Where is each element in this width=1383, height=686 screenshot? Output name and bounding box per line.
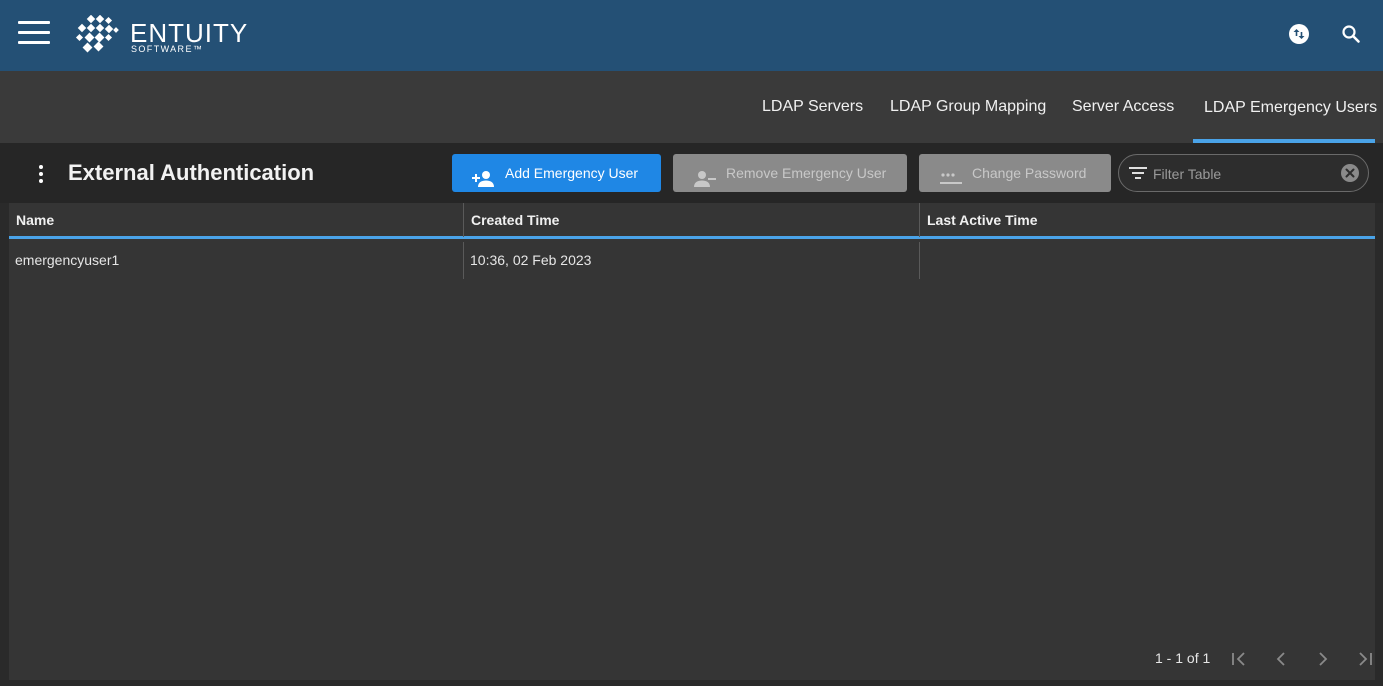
tab-server-access[interactable]: Server Access [1061,71,1185,143]
add-person-icon [472,164,496,202]
search-icon[interactable] [1339,22,1363,46]
clear-filter-icon[interactable] [1340,163,1360,188]
tab-ldap-emergency-users[interactable]: LDAP Emergency Users [1193,71,1377,143]
remove-person-icon [693,164,717,202]
last-page-icon[interactable] [1355,649,1375,669]
tab-bar: LDAP Servers LDAP Group Mapping Server A… [0,71,1383,143]
tab-ldap-group-mapping[interactable]: LDAP Group Mapping [879,71,1057,143]
remove-emergency-user-label: Remove Emergency User [726,165,887,181]
filter-table-field[interactable] [1118,154,1369,192]
first-page-icon[interactable] [1229,649,1249,669]
entuity-logo-mark [75,15,119,53]
column-divider [919,242,920,279]
toolbar: External Authentication Add Emergency Us… [0,143,1383,203]
column-header-name[interactable]: Name [9,203,463,237]
change-password-label: Change Password [972,165,1087,181]
password-icon [939,164,963,202]
cell-last-active-time [920,242,1375,279]
pagination-summary: 1 - 1 of 1 [1155,650,1211,666]
more-options-icon[interactable] [36,165,46,183]
table-header: Name Created Time Last Active Time [9,203,1375,239]
cell-created-time: 10:36, 02 Feb 2023 [470,252,592,268]
next-page-icon[interactable] [1313,649,1333,669]
page-title: External Authentication [68,160,315,185]
remove-emergency-user-button[interactable]: Remove Emergency User [673,154,907,192]
table-row[interactable]: emergencyuser1 10:36, 02 Feb 2023 [9,242,1375,279]
tab-ldap-servers[interactable]: LDAP Servers [751,71,874,143]
filter-table-input[interactable] [1153,163,1333,185]
column-divider [463,203,464,237]
filter-icon [1129,165,1147,186]
app-header: ENTUITY SOFTWARE™ [0,0,1383,71]
brand-subtitle: SOFTWARE™ [131,44,204,54]
emergency-users-table: Name Created Time Last Active Time emerg… [9,203,1375,680]
change-password-button[interactable]: Change Password [919,154,1111,192]
previous-page-icon[interactable] [1271,649,1291,669]
add-emergency-user-label: Add Emergency User [505,165,639,181]
swap-icon[interactable] [1287,22,1311,46]
column-header-last-active-time[interactable]: Last Active Time [920,203,1375,237]
menu-icon[interactable] [18,21,50,45]
column-header-created-time[interactable]: Created Time [464,203,919,237]
column-divider [463,242,464,279]
column-divider [919,203,920,237]
add-emergency-user-button[interactable]: Add Emergency User [452,154,661,192]
cell-name: emergencyuser1 [15,252,120,268]
